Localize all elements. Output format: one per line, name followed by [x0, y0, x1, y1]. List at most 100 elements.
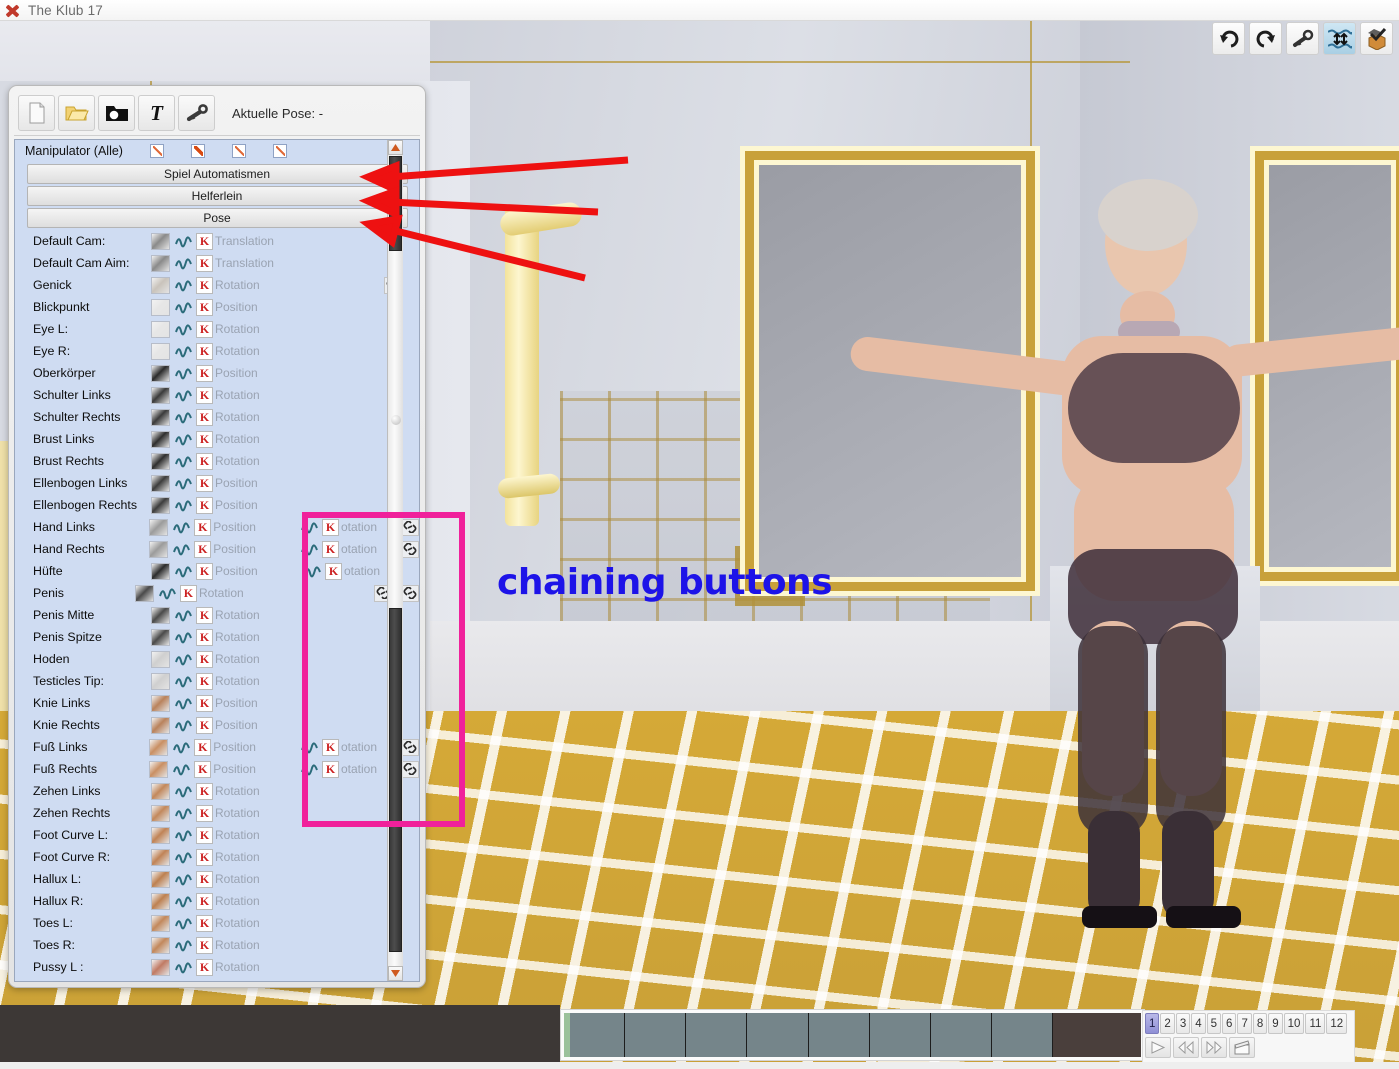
- manipulator-checkbox-4[interactable]: [273, 144, 287, 158]
- timeline-cell[interactable]: [747, 1013, 809, 1057]
- keyframe-button[interactable]: K: [196, 474, 213, 492]
- bone-row[interactable]: Pussy L : K Rotation: [15, 956, 419, 978]
- timeline-track[interactable]: [564, 1013, 1141, 1057]
- curve-editor-button[interactable]: [174, 453, 193, 470]
- bone-row[interactable]: Testicles Tip: K Rotation: [15, 670, 419, 692]
- bone-row[interactable]: Default Cam: K Translation: [15, 230, 419, 252]
- curve-editor-button[interactable]: [174, 343, 193, 360]
- bone-row[interactable]: Eye R: K Rotation: [15, 340, 419, 362]
- keyframe-button[interactable]: K: [196, 606, 213, 624]
- torso-icon[interactable]: [151, 364, 170, 382]
- bone-row[interactable]: Knie Rechts K Position: [15, 714, 419, 736]
- keyframe-button[interactable]: K: [196, 342, 213, 360]
- elbow-icon[interactable]: [151, 474, 170, 492]
- text-button[interactable]: T: [138, 95, 175, 131]
- frame-button-1[interactable]: 1: [1145, 1013, 1160, 1034]
- curve-editor-button[interactable]: [174, 409, 193, 426]
- chest-icon[interactable]: [151, 430, 170, 448]
- timeline-cursor[interactable]: [564, 1013, 570, 1057]
- keyframe-button[interactable]: K: [196, 958, 213, 976]
- bone-row[interactable]: Foot Curve L: K Rotation: [15, 824, 419, 846]
- section-button-pose[interactable]: Pose: [26, 208, 408, 228]
- testicles-icon[interactable]: [151, 672, 170, 690]
- bone-row[interactable]: Hüfte K Position Kotation: [15, 560, 419, 582]
- keyframe-button[interactable]: K: [196, 870, 213, 888]
- curve-editor-button[interactable]: [174, 607, 193, 624]
- scroll-down-arrow-icon[interactable]: [388, 966, 403, 981]
- list-scrollbar[interactable]: [387, 140, 403, 981]
- chaining-button[interactable]: [401, 738, 419, 756]
- curve-editor-button-secondary[interactable]: [300, 541, 319, 558]
- keyframe-button-secondary[interactable]: K: [325, 562, 342, 580]
- bone-row[interactable]: Toes R: K Rotation: [15, 934, 419, 956]
- bone-row[interactable]: Hallux L: K Rotation: [15, 868, 419, 890]
- curve-editor-button[interactable]: [174, 827, 193, 844]
- knee-icon[interactable]: [151, 716, 170, 734]
- keyframe-button[interactable]: K: [196, 496, 213, 514]
- bone-row[interactable]: Schulter Links K Rotation: [15, 384, 419, 406]
- frame-button-10[interactable]: 10: [1283, 1013, 1305, 1034]
- keyframe-button[interactable]: K: [196, 914, 213, 932]
- frame-button-5[interactable]: 5: [1206, 1013, 1222, 1034]
- manipulator-checkbox-3[interactable]: [232, 144, 246, 158]
- keyframe-button[interactable]: K: [196, 848, 213, 866]
- curve-editor-button[interactable]: [174, 365, 193, 382]
- curve-editor-button-secondary[interactable]: [303, 563, 322, 580]
- toes-icon[interactable]: [151, 914, 170, 932]
- curve-editor-button[interactable]: [174, 849, 193, 866]
- list-scrollbar-thumb[interactable]: [389, 156, 402, 251]
- timeline-panel[interactable]: [560, 1009, 1145, 1061]
- curve-editor-button[interactable]: [172, 761, 191, 778]
- keyframe-button[interactable]: K: [196, 320, 213, 338]
- eye-icon[interactable]: [151, 298, 170, 316]
- save-folder-button[interactable]: [98, 95, 135, 131]
- keyframe-button[interactable]: K: [196, 232, 213, 250]
- keyframe-button-secondary[interactable]: K: [322, 738, 339, 756]
- foot-icon[interactable]: [149, 760, 169, 778]
- frame-button-12[interactable]: 12: [1326, 1013, 1348, 1034]
- bone-row[interactable]: Hand Links K Position Kotation: [15, 516, 419, 538]
- keyframe-button[interactable]: K: [196, 672, 213, 690]
- curve-editor-button-secondary[interactable]: [300, 761, 319, 778]
- bone-row[interactable]: Default Cam Aim: K Translation: [15, 252, 419, 274]
- frame-button-11[interactable]: 11: [1305, 1013, 1326, 1034]
- fast-forward-button[interactable]: [1201, 1037, 1227, 1058]
- curve-editor-button[interactable]: [174, 673, 193, 690]
- hand-icon[interactable]: [149, 540, 169, 558]
- timeline-cell[interactable]: [808, 1013, 870, 1057]
- bone-row[interactable]: Blickpunkt K Position: [15, 296, 419, 318]
- toes-icon[interactable]: [151, 936, 170, 954]
- timeline-cell[interactable]: [991, 1013, 1053, 1057]
- frame-button-7[interactable]: 7: [1237, 1013, 1252, 1034]
- bone-row[interactable]: Ellenbogen Rechts K Position: [15, 494, 419, 516]
- testicles-icon[interactable]: [151, 650, 170, 668]
- curve-editor-button[interactable]: [172, 541, 191, 558]
- keyframe-button[interactable]: K: [194, 738, 212, 756]
- keyframe-button[interactable]: K: [196, 826, 213, 844]
- keyframe-button[interactable]: K: [194, 518, 212, 536]
- bone-row[interactable]: Fuß Rechts K Position Kotation: [15, 758, 419, 780]
- curve-editor-button[interactable]: [174, 783, 193, 800]
- bone-row[interactable]: Genick K Rotation: [15, 274, 419, 296]
- timeline-cell[interactable]: [869, 1013, 931, 1057]
- pussy-icon[interactable]: [151, 958, 170, 976]
- redo-button[interactable]: [1249, 22, 1282, 55]
- bone-row[interactable]: Knie Links K Position: [15, 692, 419, 714]
- curve-editor-button[interactable]: [174, 695, 193, 712]
- character-model[interactable]: [830, 171, 1399, 961]
- curve-editor-button[interactable]: [174, 255, 193, 272]
- manipulator-checkbox-2[interactable]: [191, 144, 205, 158]
- curve-editor-button[interactable]: [174, 717, 193, 734]
- timeline-cell[interactable]: [686, 1013, 748, 1057]
- curve-editor-button[interactable]: [174, 893, 193, 910]
- knee-icon[interactable]: [151, 694, 170, 712]
- key-button[interactable]: [178, 95, 215, 131]
- curve-editor-button[interactable]: [174, 629, 193, 646]
- keyframe-button[interactable]: K: [196, 936, 213, 954]
- hallux-icon[interactable]: [151, 870, 170, 888]
- eye-icon[interactable]: [151, 320, 170, 338]
- shoulder-icon[interactable]: [151, 386, 170, 404]
- rewind-button[interactable]: [1173, 1037, 1199, 1058]
- curve-editor-button[interactable]: [174, 915, 193, 932]
- box-check-button[interactable]: [1360, 22, 1393, 55]
